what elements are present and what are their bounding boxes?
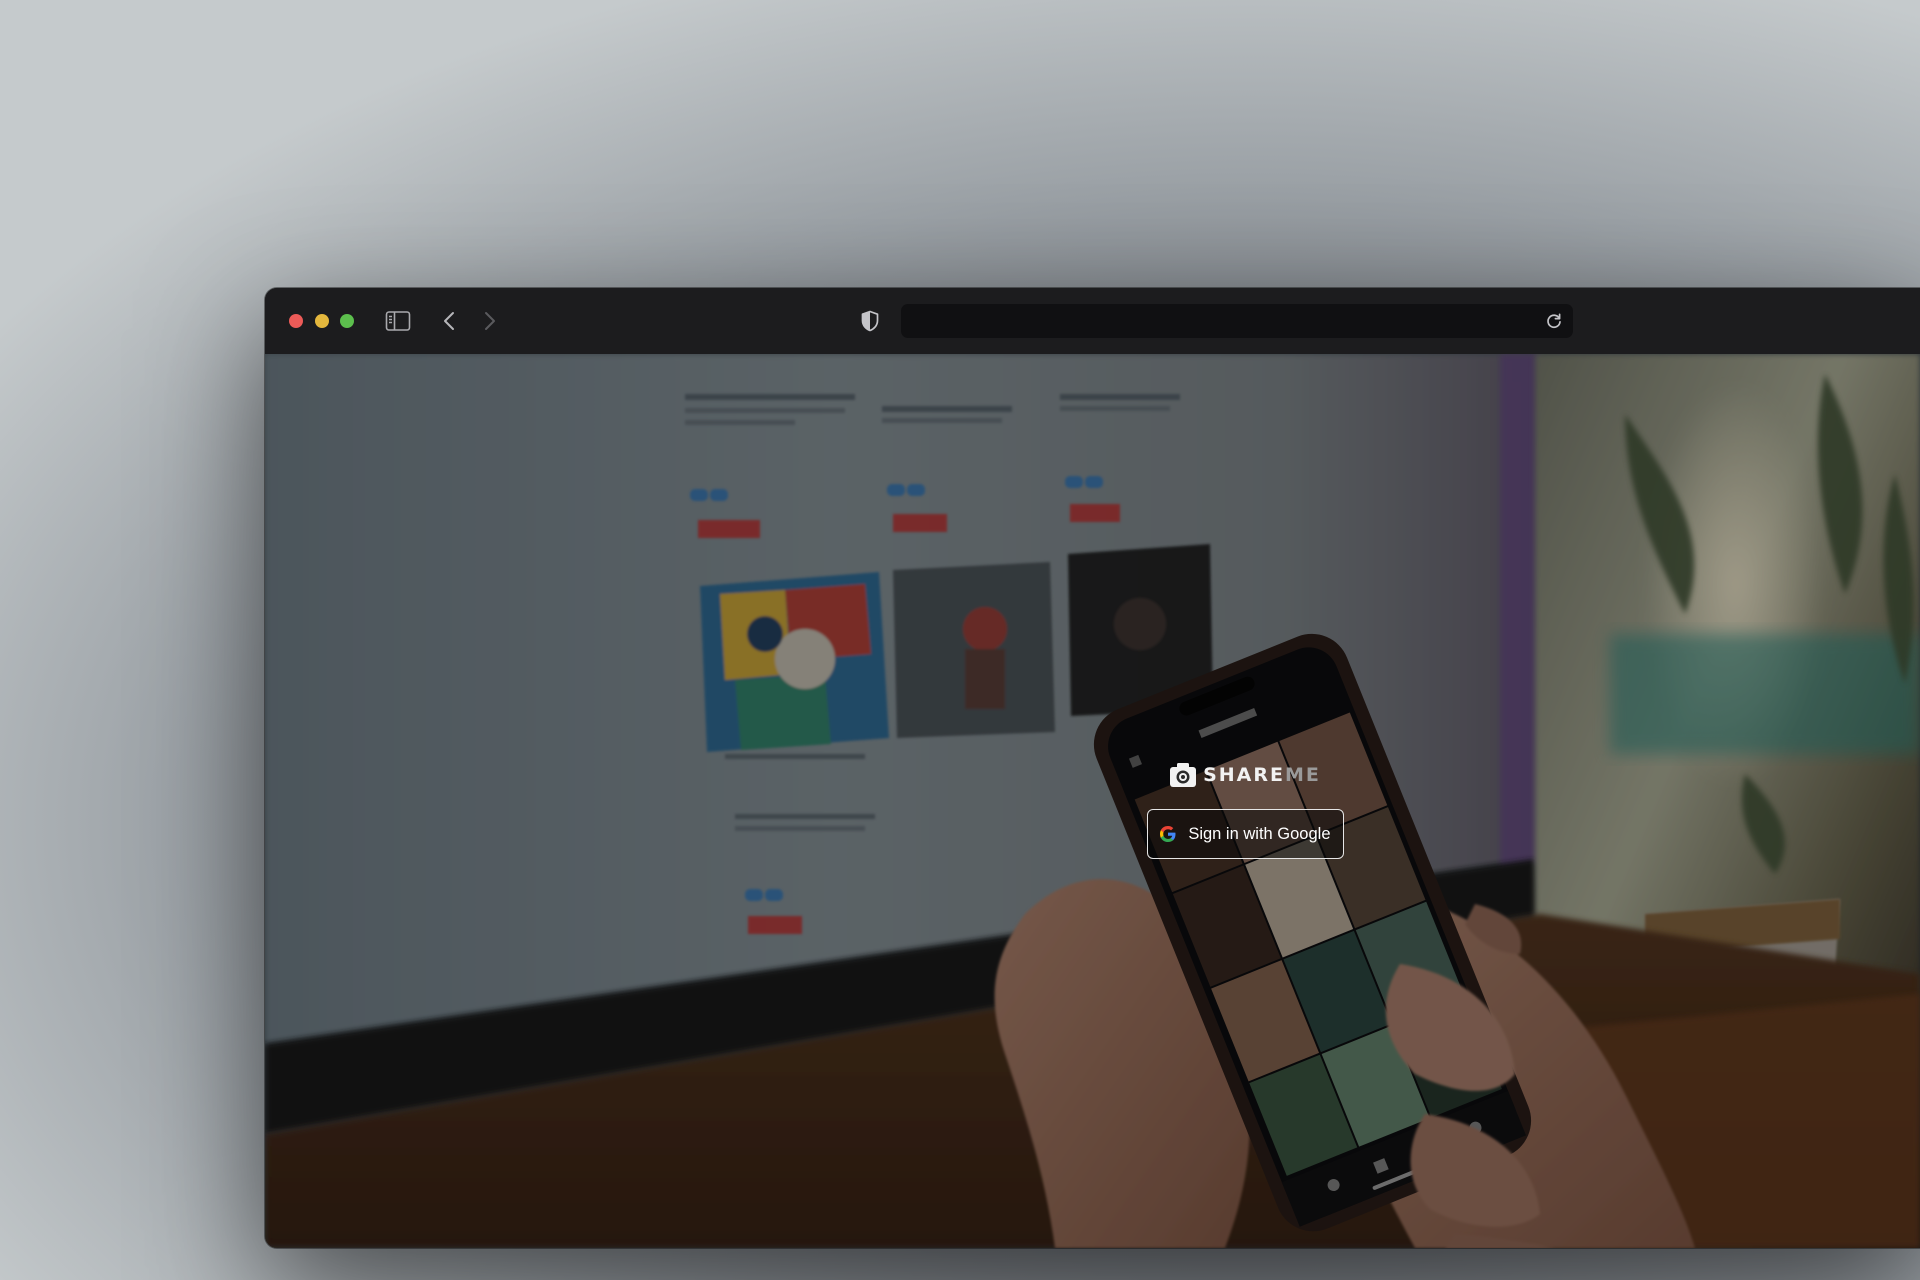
chevron-left-icon[interactable] [438, 308, 460, 334]
browser-window: SHAREME Sign in with Google [265, 288, 1920, 1248]
logo-text-accent: ME [1285, 764, 1321, 786]
sign-in-with-google-button[interactable]: Sign in with Google [1146, 809, 1344, 859]
login-panel: SHAREME Sign in with Google [1140, 759, 1350, 859]
minimize-window-button[interactable] [315, 314, 329, 328]
page-viewport: SHAREME Sign in with Google [265, 354, 1920, 1248]
shareme-logo: SHAREME [1169, 759, 1321, 791]
zoom-window-button[interactable] [340, 314, 354, 328]
google-icon [1159, 825, 1177, 843]
camera-icon [1169, 762, 1197, 788]
address-bar[interactable] [901, 304, 1573, 338]
browser-toolbar [265, 288, 1920, 355]
logo-text-main: SHARE [1203, 764, 1285, 786]
sidebar-icon[interactable] [385, 309, 411, 333]
logo-text: SHAREME [1203, 764, 1321, 786]
shield-icon[interactable] [859, 307, 881, 335]
chevron-right-icon[interactable] [479, 308, 501, 334]
dark-overlay [265, 354, 1920, 1248]
close-window-button[interactable] [289, 314, 303, 328]
sign-in-label: Sign in with Google [1188, 824, 1331, 843]
reload-icon[interactable] [1543, 310, 1565, 332]
